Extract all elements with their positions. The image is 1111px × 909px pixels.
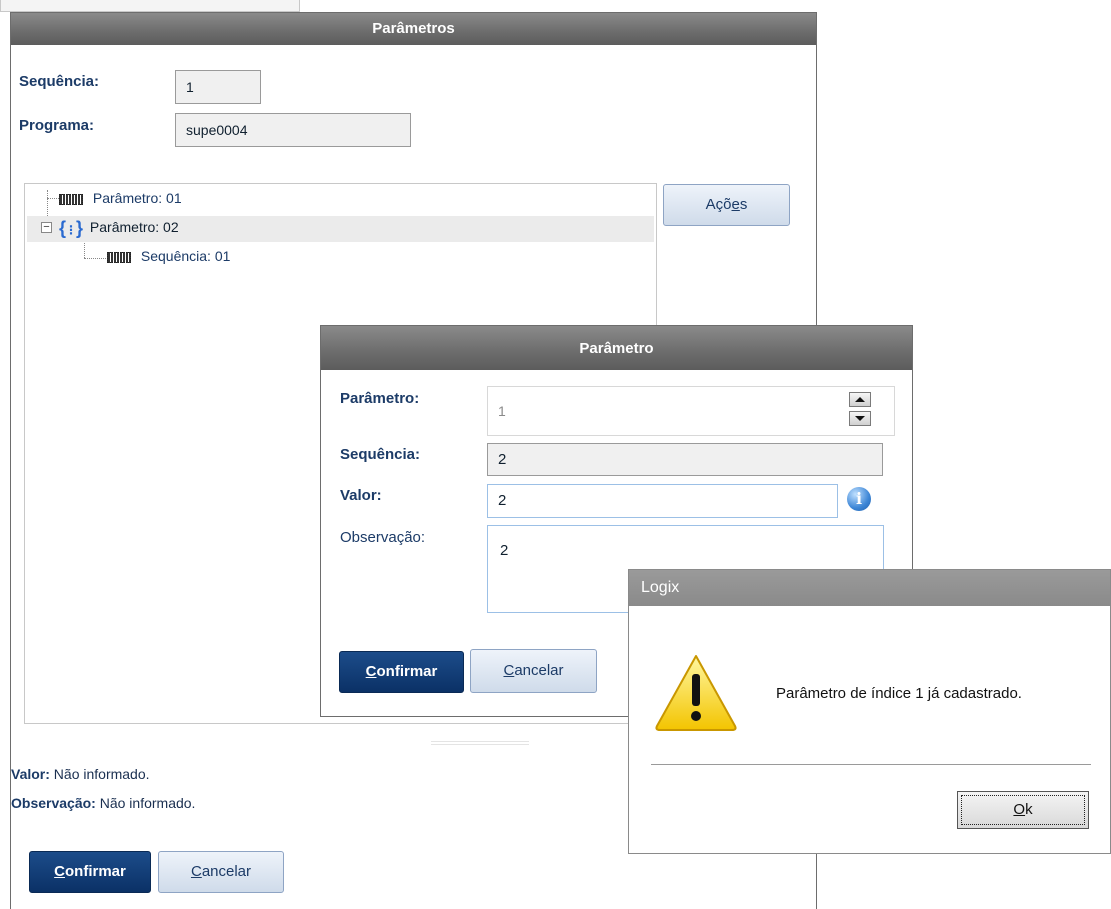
valor-input[interactable]: 2 — [487, 484, 838, 518]
cancelar-label: ancelar — [201, 863, 252, 880]
collapse-toggle-icon[interactable]: − — [41, 222, 52, 233]
spin-up-button[interactable] — [849, 392, 871, 407]
acoes-label-mnemonic: e — [731, 196, 740, 213]
sequencia-label: Sequência: — [340, 446, 421, 463]
spin-down-button[interactable] — [849, 411, 871, 426]
programa-field[interactable]: supe0004 — [175, 113, 411, 147]
tree-item-label: Parâmetro: 02 — [89, 219, 179, 236]
observacao-summary-text: Não informado. — [99, 795, 196, 811]
valor-label: Valor: — [340, 487, 382, 504]
background-tab — [0, 0, 300, 12]
sequencia-field[interactable]: 2 — [487, 443, 883, 476]
cancelar-mnemonic: C — [503, 662, 515, 679]
cancelar-button[interactable]: Cancelar — [158, 851, 284, 893]
message-text: Parâmetro de índice 1 já cadastrado. — [776, 685, 1022, 702]
cancelar-label: ancelar — [514, 662, 564, 679]
confirmar-label: onfirmar — [65, 863, 126, 880]
ok-button[interactable]: Ok — [957, 791, 1089, 829]
confirmar-mnemonic: C — [365, 663, 377, 680]
tree-item-parametro-01[interactable]: Parâmetro: 01 — [59, 190, 182, 206]
parametro-spinner[interactable]: 1 — [487, 386, 895, 436]
parametro-value: 1 — [498, 403, 506, 419]
valor-summary-text: Não informado. — [53, 766, 150, 782]
cancelar-mnemonic: C — [190, 863, 202, 880]
braces-group-icon: {⋮} — [59, 218, 83, 238]
confirmar-label: onfirmar — [376, 663, 438, 680]
splitter-handle[interactable] — [431, 741, 529, 745]
window-title: Parâmetros — [11, 13, 816, 45]
sequencia-label: Sequência: — [19, 73, 100, 90]
observacao-value: 2 — [500, 542, 509, 559]
cancelar-button[interactable]: Cancelar — [470, 649, 597, 693]
tree-item-label: Parâmetro: 01 — [92, 190, 182, 206]
leaf-node-icon — [107, 251, 131, 263]
tree-connector — [84, 258, 106, 259]
ok-mnemonic: O — [1013, 801, 1026, 818]
confirmar-button[interactable]: Confirmar — [339, 651, 464, 693]
dialog-title: Logix — [629, 570, 1110, 606]
valor-summary-label: Valor: — [11, 766, 50, 782]
programa-label: Programa: — [19, 117, 95, 134]
tree-item-label: Sequência: 01 — [140, 248, 231, 264]
logix-dialog: Logix Parâmetro de índice 1 já cadastrad… — [628, 569, 1111, 854]
valor-summary: Valor: Não informado. — [11, 766, 150, 782]
observacao-summary: Observação: Não informado. — [11, 795, 195, 811]
ok-focus-ring: Ok — [961, 795, 1085, 825]
info-icon[interactable]: i — [847, 487, 871, 511]
acoes-label-post: s — [739, 196, 748, 213]
leaf-node-icon — [59, 193, 83, 205]
confirmar-mnemonic: C — [54, 863, 65, 880]
warning-icon — [653, 652, 739, 732]
dialog-divider — [651, 764, 1091, 765]
parametro-label: Parâmetro: — [340, 390, 420, 407]
tree-item-sequencia-01[interactable]: Sequência: 01 — [107, 248, 230, 264]
tree-connector — [47, 198, 59, 199]
observacao-label: Observação: — [340, 529, 426, 546]
tree-item-parametro-02[interactable]: {⋮} Parâmetro: 02 — [59, 218, 179, 239]
sequencia-field[interactable]: 1 — [175, 70, 261, 104]
ok-label: k — [1025, 801, 1033, 818]
arrow-down-icon — [855, 416, 865, 421]
acoes-label-pre: Açõ — [705, 196, 732, 213]
arrow-up-icon — [855, 397, 865, 402]
warning-triangle-svg — [655, 655, 737, 731]
dialog-title: Parâmetro — [321, 326, 912, 370]
confirmar-button[interactable]: Confirmar — [29, 851, 151, 893]
observacao-summary-label: Observação: — [11, 795, 96, 811]
acoes-button[interactable]: Ações — [663, 184, 790, 226]
